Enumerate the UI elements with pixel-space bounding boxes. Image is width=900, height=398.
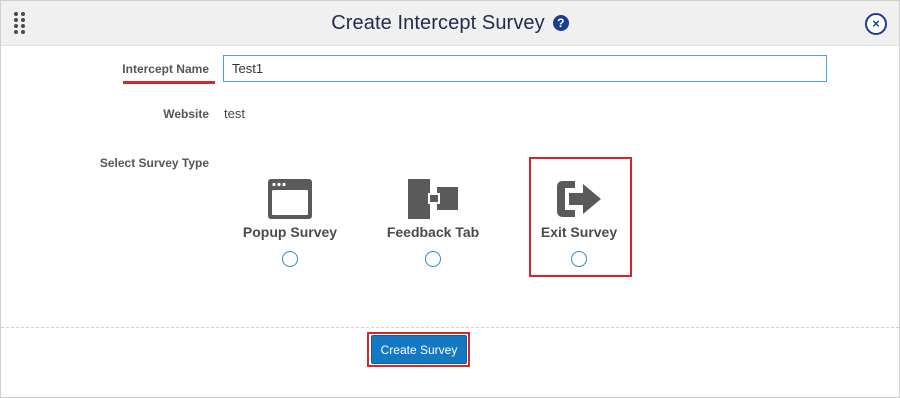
survey-type-popup-radio[interactable] [282,251,298,267]
exit-survey-highlight-box [529,157,632,277]
dialog-title: Create Intercept Survey [331,11,545,34]
create-intercept-survey-dialog: Create Intercept Survey ? × Intercept Na… [0,0,900,398]
title-wrap: Create Intercept Survey ? [1,1,899,45]
survey-type-popup[interactable]: Popup Survey [220,177,360,277]
website-value: test [224,106,245,121]
survey-type-popup-label: Popup Survey [242,224,338,240]
browser-window-icon [220,177,360,221]
intercept-name-highlight-underline [123,81,215,84]
feedback-tab-icon [363,177,503,221]
survey-type-feedback[interactable]: Feedback Tab [363,177,503,277]
footer-divider [1,327,899,328]
survey-type-feedback-radio[interactable] [425,251,441,267]
intercept-name-input[interactable] [223,55,827,82]
create-survey-button[interactable]: Create Survey [371,335,467,364]
survey-type-label: Select Survey Type [99,156,209,170]
intercept-name-label: Intercept Name [122,62,209,76]
dialog-titlebar: Create Intercept Survey ? × [1,1,899,46]
question-circle-icon[interactable]: ? [552,15,569,31]
survey-type-feedback-label: Feedback Tab [386,224,480,240]
website-label: Website [163,107,209,121]
close-circle-icon[interactable]: × [865,13,887,35]
